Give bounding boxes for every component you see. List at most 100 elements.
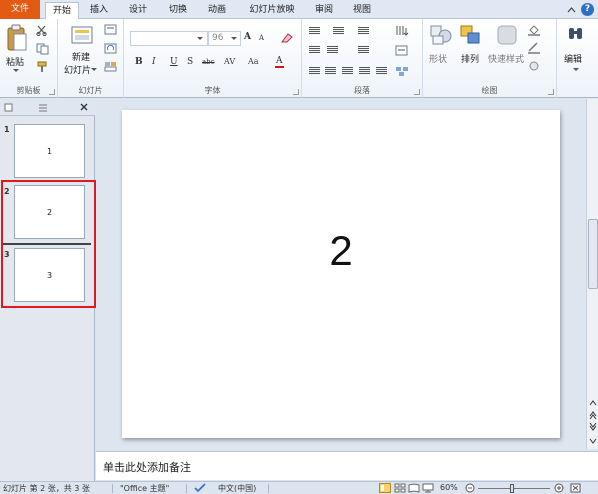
font-name-combo[interactable]	[130, 31, 208, 46]
slide-editing-area: 2	[96, 99, 586, 449]
scroll-down-icon[interactable]	[589, 437, 597, 445]
zoom-slider-track[interactable]	[478, 488, 550, 489]
shape-effects-icon[interactable]	[527, 60, 541, 72]
slideshow-view-icon[interactable]	[422, 483, 434, 493]
clipboard-launcher-icon[interactable]	[49, 89, 55, 95]
quick-styles-icon[interactable]	[496, 24, 520, 48]
spellcheck-icon[interactable]	[194, 483, 206, 493]
tab-transitions[interactable]: 切换	[164, 2, 192, 19]
slide-count-status: 幻灯片 第 2 张，共 3 张	[3, 484, 90, 493]
shape-fill-icon[interactable]	[527, 24, 541, 36]
paste-dropdown-icon[interactable]	[13, 69, 19, 72]
binoculars-icon[interactable]	[567, 25, 585, 43]
shapes-label[interactable]: 形状	[429, 52, 447, 65]
section-icon[interactable]	[104, 61, 118, 73]
underline-button[interactable]: U	[170, 57, 178, 67]
justify-icon[interactable]	[359, 67, 370, 76]
zoom-level[interactable]: 60%	[440, 483, 458, 492]
tab-file[interactable]: 文件	[0, 0, 40, 19]
previous-slide-icon[interactable]	[589, 411, 597, 419]
outline-view-icon[interactable]	[38, 103, 48, 112]
font-size-combo[interactable]: 96	[208, 31, 241, 46]
tab-insert[interactable]: 插入	[85, 2, 113, 19]
tab-home[interactable]: 开始	[45, 2, 79, 20]
decrease-indent-icon[interactable]	[309, 46, 320, 55]
zoom-slider-thumb[interactable]	[510, 484, 514, 493]
grow-font-icon[interactable]: A	[244, 32, 251, 42]
drawing-group: 形状 排列 快速样式 绘图	[423, 19, 557, 98]
tab-review[interactable]: 审阅	[310, 2, 338, 19]
text-direction-icon[interactable]	[395, 25, 409, 37]
columns-icon[interactable]	[358, 46, 369, 55]
shape-outline-icon[interactable]	[527, 42, 541, 54]
close-panel-icon[interactable]	[79, 102, 89, 112]
align-text-icon[interactable]	[395, 45, 409, 57]
normal-view-icon[interactable]	[379, 483, 391, 493]
notes-pane[interactable]: 单击此处添加备注	[96, 451, 598, 480]
vertical-scrollbar[interactable]	[586, 99, 598, 449]
theme-status[interactable]: "Office 主题"	[120, 483, 169, 494]
tab-design[interactable]: 设计	[124, 2, 152, 19]
align-left-icon[interactable]	[309, 67, 320, 76]
paste-label[interactable]: 粘贴	[6, 55, 24, 68]
character-spacing-button[interactable]: AV	[224, 57, 235, 66]
change-case-button[interactable]: Aa	[248, 57, 259, 66]
font-launcher-icon[interactable]	[293, 89, 299, 95]
cut-icon[interactable]	[36, 25, 48, 36]
font-group: 96 A A B I U S abc AV Aa A 字体	[124, 19, 302, 98]
shadow-button[interactable]: S	[187, 57, 193, 67]
shrink-font-icon[interactable]: A	[259, 34, 264, 42]
editing-dropdown-icon[interactable]	[573, 68, 579, 71]
new-slide-icon[interactable]	[69, 24, 95, 46]
tab-slideshow[interactable]: 幻灯片放映	[243, 2, 301, 19]
align-center-icon[interactable]	[325, 67, 336, 76]
new-slide-label-1[interactable]: 新建	[72, 50, 90, 63]
next-slide-icon[interactable]	[589, 423, 597, 431]
new-slide-dropdown-icon[interactable]	[91, 68, 97, 71]
zoom-out-icon[interactable]	[465, 483, 475, 493]
smartart-icon[interactable]	[395, 65, 409, 77]
bold-button[interactable]: B	[135, 57, 143, 67]
paragraph-launcher-icon[interactable]	[414, 89, 420, 95]
notes-placeholder[interactable]: 单击此处添加备注	[103, 459, 191, 475]
paste-icon[interactable]	[6, 24, 28, 52]
new-slide-label-2[interactable]: 幻灯片	[64, 63, 91, 76]
editing-label[interactable]: 编辑	[564, 52, 582, 65]
clipboard-group: 粘贴 剪贴板	[0, 19, 58, 98]
scroll-up-icon[interactable]	[589, 399, 597, 407]
font-color-button[interactable]: A	[275, 56, 284, 68]
paragraph-group: 段落	[302, 19, 423, 98]
align-right-icon[interactable]	[342, 67, 353, 76]
slide-text[interactable]: 2	[122, 227, 560, 275]
slides-view-icon[interactable]	[4, 103, 13, 112]
reset-icon[interactable]	[104, 43, 118, 55]
current-slide[interactable]: 2	[122, 110, 560, 438]
quick-styles-label[interactable]: 快速样式	[488, 52, 524, 65]
italic-button[interactable]: I	[152, 57, 156, 67]
reading-view-icon[interactable]	[408, 483, 420, 493]
language-status[interactable]: 中文(中国)	[218, 483, 256, 494]
increase-indent-icon[interactable]	[327, 46, 338, 55]
help-icon[interactable]: ?	[581, 3, 594, 16]
strikethrough-button[interactable]: abc	[202, 58, 215, 66]
clear-formatting-icon[interactable]	[280, 32, 294, 44]
layout-icon[interactable]	[104, 24, 118, 36]
line-spacing-icon[interactable]	[358, 27, 369, 36]
format-painter-icon[interactable]	[36, 61, 48, 73]
drawing-launcher-icon[interactable]	[548, 89, 554, 95]
scrollbar-thumb[interactable]	[588, 219, 598, 289]
collapse-ribbon-icon[interactable]	[567, 6, 576, 13]
arrange-label[interactable]: 排列	[461, 52, 479, 65]
tab-animations[interactable]: 动画	[203, 2, 231, 19]
arrange-icon[interactable]	[459, 24, 483, 48]
bullets-icon[interactable]	[309, 27, 320, 36]
slide-thumbnail[interactable]: 1	[14, 124, 85, 178]
fit-to-window-icon[interactable]	[570, 483, 581, 493]
tab-view[interactable]: 视图	[348, 2, 376, 19]
shapes-icon[interactable]	[429, 24, 453, 46]
zoom-in-icon[interactable]	[554, 483, 564, 493]
distribute-icon[interactable]	[376, 67, 387, 76]
slide-sorter-view-icon[interactable]	[394, 483, 406, 493]
numbering-icon[interactable]	[333, 27, 344, 36]
copy-icon[interactable]	[36, 43, 50, 55]
